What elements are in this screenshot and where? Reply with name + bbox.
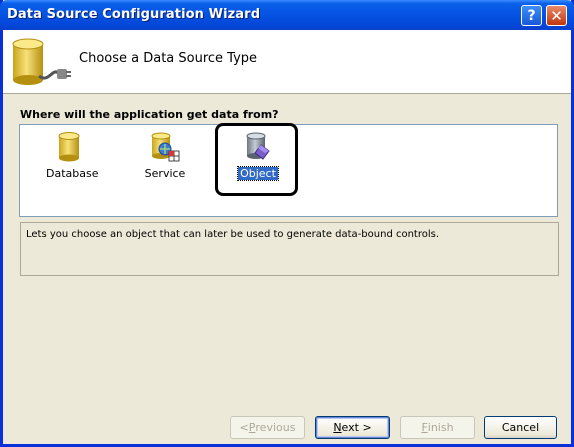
next-mnemonic: N [333,421,342,434]
type-label-database: Database [46,167,99,180]
wizard-window: Data Source Configuration Wizard ? ✕ Cho… [0,0,574,447]
type-label-service: Service [144,167,186,180]
type-item-database[interactable]: Database [44,131,99,180]
next-rest: ext > [341,421,372,434]
previous-prefix: < [239,421,249,434]
title-bar[interactable]: Data Source Configuration Wizard ? ✕ [0,0,574,30]
wizard-header: Choose a Data Source Type [3,30,571,94]
previous-rest: revious [255,421,296,434]
description-text: Lets you choose an object that can later… [26,229,440,240]
page-title: Choose a Data Source Type [79,51,258,66]
database-icon [58,132,80,162]
help-icon: ? [527,7,536,24]
selection-highlight-frame [215,123,298,196]
close-button[interactable]: ✕ [546,5,567,26]
next-button[interactable]: Next > [315,416,390,439]
close-icon: ✕ [550,6,563,25]
finish-rest: inish [427,421,454,434]
source-prompt: Where will the application get data from… [20,108,279,121]
help-button[interactable]: ? [521,5,542,26]
previous-button[interactable]: < Previous [230,416,305,439]
database-plug-icon [12,38,71,85]
cancel-button[interactable]: Cancel [484,416,557,439]
description-box: Lets you choose an object that can later… [20,222,559,276]
window-title: Data Source Configuration Wizard [7,7,261,22]
finish-button[interactable]: Finish [400,416,475,439]
type-item-service[interactable]: Service [140,131,190,180]
cancel-label: Cancel [501,421,540,434]
service-icon [151,132,180,162]
previous-mnemonic: P [248,421,256,434]
